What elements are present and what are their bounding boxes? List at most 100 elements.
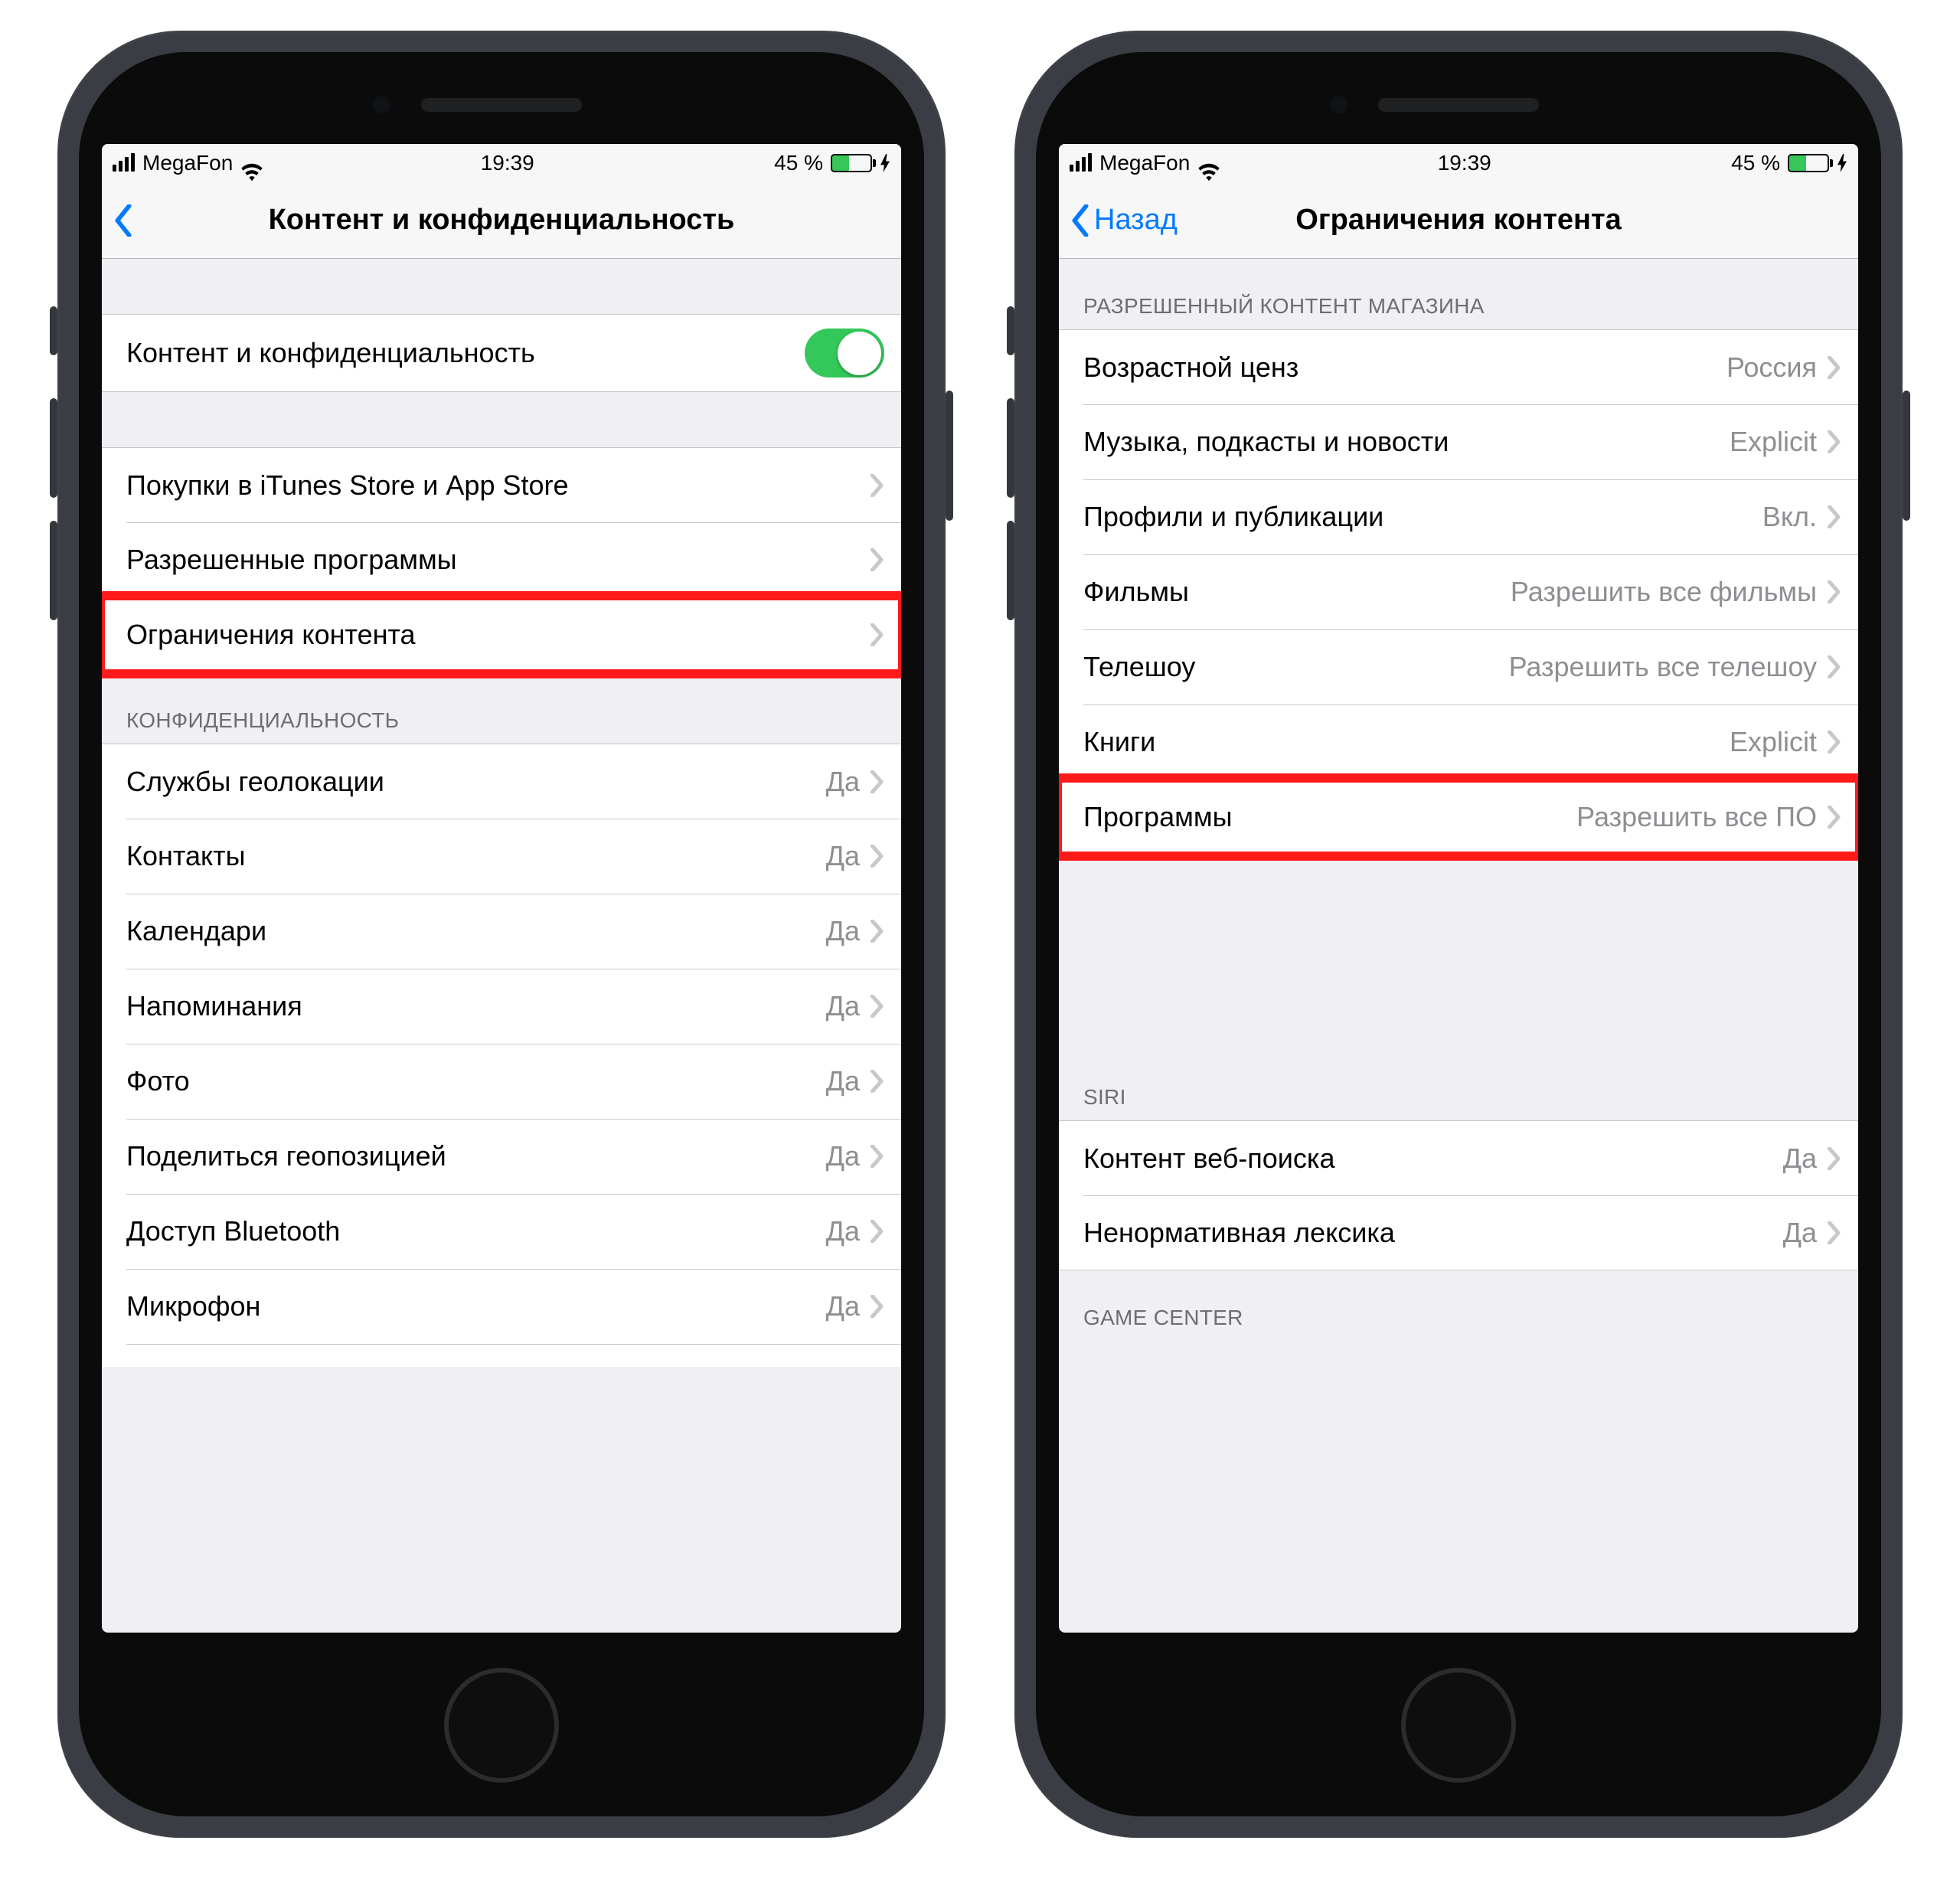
highlight-content-restrictions: Ограничения контента bbox=[102, 597, 901, 673]
cell-books[interactable]: Книги Explicit bbox=[1059, 704, 1858, 780]
cell-allowed-apps[interactable]: Разрешенные программы bbox=[102, 522, 901, 597]
cell-partial[interactable] bbox=[102, 1344, 901, 1367]
cell-label: Доступ Bluetooth bbox=[126, 1215, 826, 1247]
content-privacy-switch[interactable] bbox=[805, 329, 884, 378]
power-button bbox=[946, 391, 953, 521]
cell-tvshows[interactable]: Телешоу Разрешить все телешоу bbox=[1059, 629, 1858, 704]
chevron-right-icon bbox=[1828, 1221, 1841, 1244]
chevron-right-icon bbox=[871, 995, 884, 1018]
cell-music-podcasts[interactable]: Музыка, подкасты и новости Explicit bbox=[1059, 404, 1858, 479]
front-camera bbox=[1328, 94, 1350, 116]
volume-down bbox=[50, 521, 57, 620]
cell-detail: Да bbox=[826, 915, 860, 947]
cell-itunes-purchases[interactable]: Покупки в iTunes Store и App Store bbox=[102, 447, 901, 522]
screen-left: MegaFon 19:39 45 % bbox=[102, 144, 901, 1633]
nav-title: Контент и конфиденциальность bbox=[102, 182, 901, 258]
chevron-right-icon bbox=[871, 1295, 884, 1318]
chevron-right-icon bbox=[1828, 505, 1841, 528]
cell-reminders[interactable]: Напоминания Да bbox=[102, 969, 901, 1044]
battery-percent: 45 % bbox=[1731, 151, 1780, 175]
cell-movies[interactable]: Фильмы Разрешить все фильмы bbox=[1059, 554, 1858, 629]
status-bar: MegaFon 19:39 45 % bbox=[1059, 144, 1858, 182]
siri-header: SIRI bbox=[1059, 1062, 1858, 1120]
nav-bar: Назад Ограничения контента bbox=[1059, 182, 1858, 259]
cell-detail: Да bbox=[826, 766, 860, 798]
cellular-signal-icon bbox=[1070, 155, 1092, 172]
chevron-right-icon bbox=[1828, 1147, 1841, 1170]
cell-label: Календари bbox=[126, 915, 826, 947]
volume-up bbox=[1007, 398, 1014, 498]
chevron-right-icon bbox=[1828, 430, 1841, 453]
cell-microphone[interactable]: Микрофон Да bbox=[102, 1269, 901, 1344]
cell-age-rating[interactable]: Возрастной ценз Россия bbox=[1059, 329, 1858, 404]
chevron-right-icon bbox=[871, 1070, 884, 1093]
privacy-header: КОНФИДЕНЦИАЛЬНОСТЬ bbox=[102, 673, 901, 744]
back-button[interactable]: Назад bbox=[1071, 204, 1178, 237]
cell-detail: Да bbox=[826, 1215, 860, 1247]
charging-icon bbox=[880, 154, 890, 172]
cell-detail: Да bbox=[826, 1065, 860, 1097]
cell-detail: Да bbox=[1783, 1143, 1817, 1175]
cell-calendars[interactable]: Календари Да bbox=[102, 894, 901, 969]
phone-left: MegaFon 19:39 45 % bbox=[57, 31, 946, 1838]
game-center-header: GAME CENTER bbox=[1059, 1270, 1858, 1341]
cell-label: Книги bbox=[1083, 726, 1730, 758]
cell-label: Разрешенные программы bbox=[126, 544, 871, 576]
cell-label: Фильмы bbox=[1083, 576, 1511, 608]
cell-detail: Да bbox=[826, 840, 860, 872]
cell-detail: Explicit bbox=[1730, 726, 1817, 758]
cell-label: Ненормативная лексика bbox=[1083, 1217, 1783, 1249]
cell-detail: Да bbox=[826, 1290, 860, 1322]
mute-switch bbox=[1007, 306, 1014, 355]
cell-photos[interactable]: Фото Да bbox=[102, 1044, 901, 1119]
cell-apps[interactable]: Программы Разрешить все ПО bbox=[1059, 780, 1858, 855]
cell-share-location[interactable]: Поделиться геопозицией Да bbox=[102, 1119, 901, 1194]
cell-label: Службы геолокации bbox=[126, 766, 826, 798]
settings-content[interactable]: Контент и конфиденциальность Покупки в i… bbox=[102, 259, 901, 1633]
cellular-signal-icon bbox=[113, 155, 135, 172]
cell-label: Фото bbox=[126, 1065, 826, 1097]
chevron-right-icon bbox=[871, 623, 884, 646]
chevron-right-icon bbox=[871, 1145, 884, 1168]
mute-switch bbox=[50, 306, 57, 355]
cell-label: Музыка, подкасты и новости bbox=[1083, 426, 1730, 458]
cell-label: Контент веб-поиска bbox=[1083, 1143, 1783, 1175]
cell-detail: Россия bbox=[1726, 351, 1817, 384]
cell-label: Телешоу bbox=[1083, 651, 1509, 683]
cell-label: Ограничения контента bbox=[126, 619, 871, 651]
chevron-right-icon bbox=[1828, 580, 1841, 603]
content-privacy-toggle-cell[interactable]: Контент и конфиденциальность bbox=[102, 314, 901, 392]
chevron-right-icon bbox=[871, 474, 884, 497]
cell-detail: Вкл. bbox=[1762, 501, 1817, 533]
cell-label: Программы bbox=[1083, 801, 1576, 833]
cell-label: Покупки в iTunes Store и App Store bbox=[126, 469, 871, 502]
cell-bluetooth[interactable]: Доступ Bluetooth Да bbox=[102, 1194, 901, 1269]
cell-profiles-posts[interactable]: Профили и публикации Вкл. bbox=[1059, 479, 1858, 554]
nav-bar: Контент и конфиденциальность bbox=[102, 182, 901, 259]
settings-content[interactable]: РАЗРЕШЕННЫЙ КОНТЕНТ МАГАЗИНА Возрастной … bbox=[1059, 259, 1858, 1633]
chevron-right-icon bbox=[1828, 806, 1841, 829]
nav-title: Ограничения контента bbox=[1059, 182, 1858, 258]
status-time: 19:39 bbox=[481, 151, 534, 175]
highlight-apps: Программы Разрешить все ПО bbox=[1059, 780, 1858, 855]
chevron-right-icon bbox=[1828, 731, 1841, 754]
battery-icon bbox=[1788, 154, 1829, 172]
cell-detail: Да bbox=[826, 990, 860, 1022]
charging-icon bbox=[1837, 154, 1847, 172]
cell-contacts[interactable]: Контакты Да bbox=[102, 819, 901, 894]
home-button[interactable] bbox=[444, 1668, 559, 1783]
chevron-right-icon bbox=[871, 1220, 884, 1243]
cell-web-search[interactable]: Контент веб-поиска Да bbox=[1059, 1120, 1858, 1195]
back-button[interactable] bbox=[114, 204, 137, 237]
store-header: РАЗРЕШЕННЫЙ КОНТЕНТ МАГАЗИНА bbox=[1059, 259, 1858, 329]
chevron-right-icon bbox=[1828, 655, 1841, 678]
home-button[interactable] bbox=[1401, 1668, 1516, 1783]
cell-detail: Да bbox=[826, 1140, 860, 1172]
cell-label: Напоминания bbox=[126, 990, 826, 1022]
speaker-grill bbox=[421, 98, 582, 112]
cell-location-services[interactable]: Службы геолокации Да bbox=[102, 744, 901, 819]
cell-detail: Explicit bbox=[1730, 426, 1817, 458]
cell-explicit-language[interactable]: Ненормативная лексика Да bbox=[1059, 1195, 1858, 1270]
cell-content-restrictions[interactable]: Ограничения контента bbox=[102, 597, 901, 672]
cell-label: Профили и публикации bbox=[1083, 501, 1762, 533]
